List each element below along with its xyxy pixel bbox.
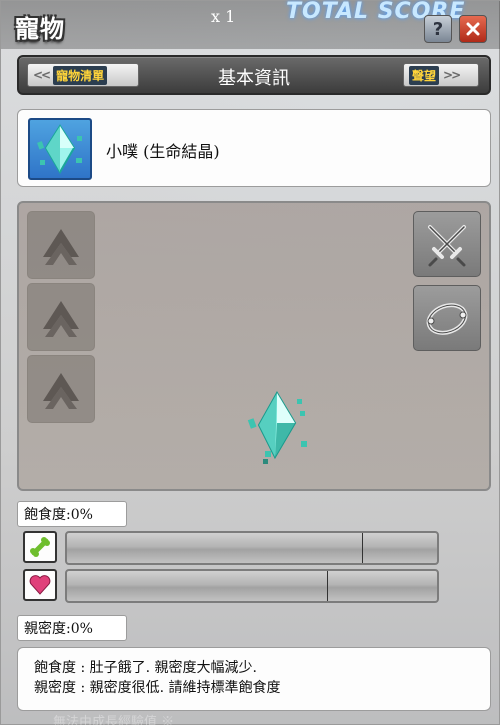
hunger-bar-marker — [362, 533, 363, 563]
window-title: 寵物 — [15, 14, 65, 43]
bone-icon — [30, 537, 50, 557]
intimacy-icon-box — [23, 569, 57, 601]
intimacy-label: 親密度:0% — [17, 615, 127, 641]
locked-slot-icon — [43, 301, 79, 337]
title-bar[interactable]: x 1 TOTAL SCORE 寵物 ? — [1, 0, 500, 49]
intimacy-bar — [65, 569, 439, 603]
close-icon — [466, 22, 480, 36]
intimacy-bar-marker — [327, 571, 328, 601]
heart-icon — [29, 575, 51, 595]
hunger-label: 飽食度:0% — [17, 501, 127, 527]
battle-action-button[interactable] — [413, 211, 481, 277]
ring-orbit-icon — [426, 303, 468, 335]
intimacy-description: 親密度 : 親密度很低. 請維持標準飽食度 — [34, 680, 281, 696]
hunger-bar — [65, 531, 439, 565]
crossed-swords-icon — [428, 225, 466, 267]
hunger-description: 飽食度 : 肚子餓了. 親密度大幅減少. — [34, 660, 257, 676]
pet-name: 小噗 (生命結晶) — [106, 142, 220, 161]
skill-slot-1[interactable] — [27, 211, 95, 279]
status-description: 飽食度 : 肚子餓了. 親密度大幅減少. 親密度 : 親密度很低. 請維持標準飽… — [17, 647, 491, 711]
question-icon: ? — [432, 18, 444, 40]
background-footer-text: 無法由成長經驗值 ※ — [53, 715, 175, 725]
pet-crystal-sprite — [247, 391, 307, 464]
reputation-label: 聲望 — [409, 65, 440, 85]
double-right-arrow-icon: >> — [443, 68, 461, 82]
life-crystal-icon — [37, 124, 82, 174]
locked-slot-icon — [43, 229, 79, 265]
hud-multiplier: x 1 — [211, 7, 236, 26]
orbit-action-button[interactable] — [413, 285, 481, 351]
locked-slot-icon — [43, 373, 79, 409]
close-button[interactable] — [459, 15, 487, 43]
help-button[interactable]: ? — [424, 15, 452, 43]
pet-window: x 1 TOTAL SCORE 寵物 ? << 寵物清單 基本資訊 聲望 >> — [0, 0, 500, 725]
reputation-button[interactable]: 聲望 >> — [403, 63, 479, 87]
pet-portrait — [28, 118, 92, 180]
skill-slot-3[interactable] — [27, 355, 95, 423]
skill-slot-2[interactable] — [27, 283, 95, 351]
nav-bar: << 寵物清單 基本資訊 聲望 >> — [17, 55, 491, 95]
hunger-icon-box — [23, 531, 57, 563]
pet-info-card: 小噗 (生命結晶) — [17, 109, 491, 187]
pet-display-area — [17, 201, 491, 491]
